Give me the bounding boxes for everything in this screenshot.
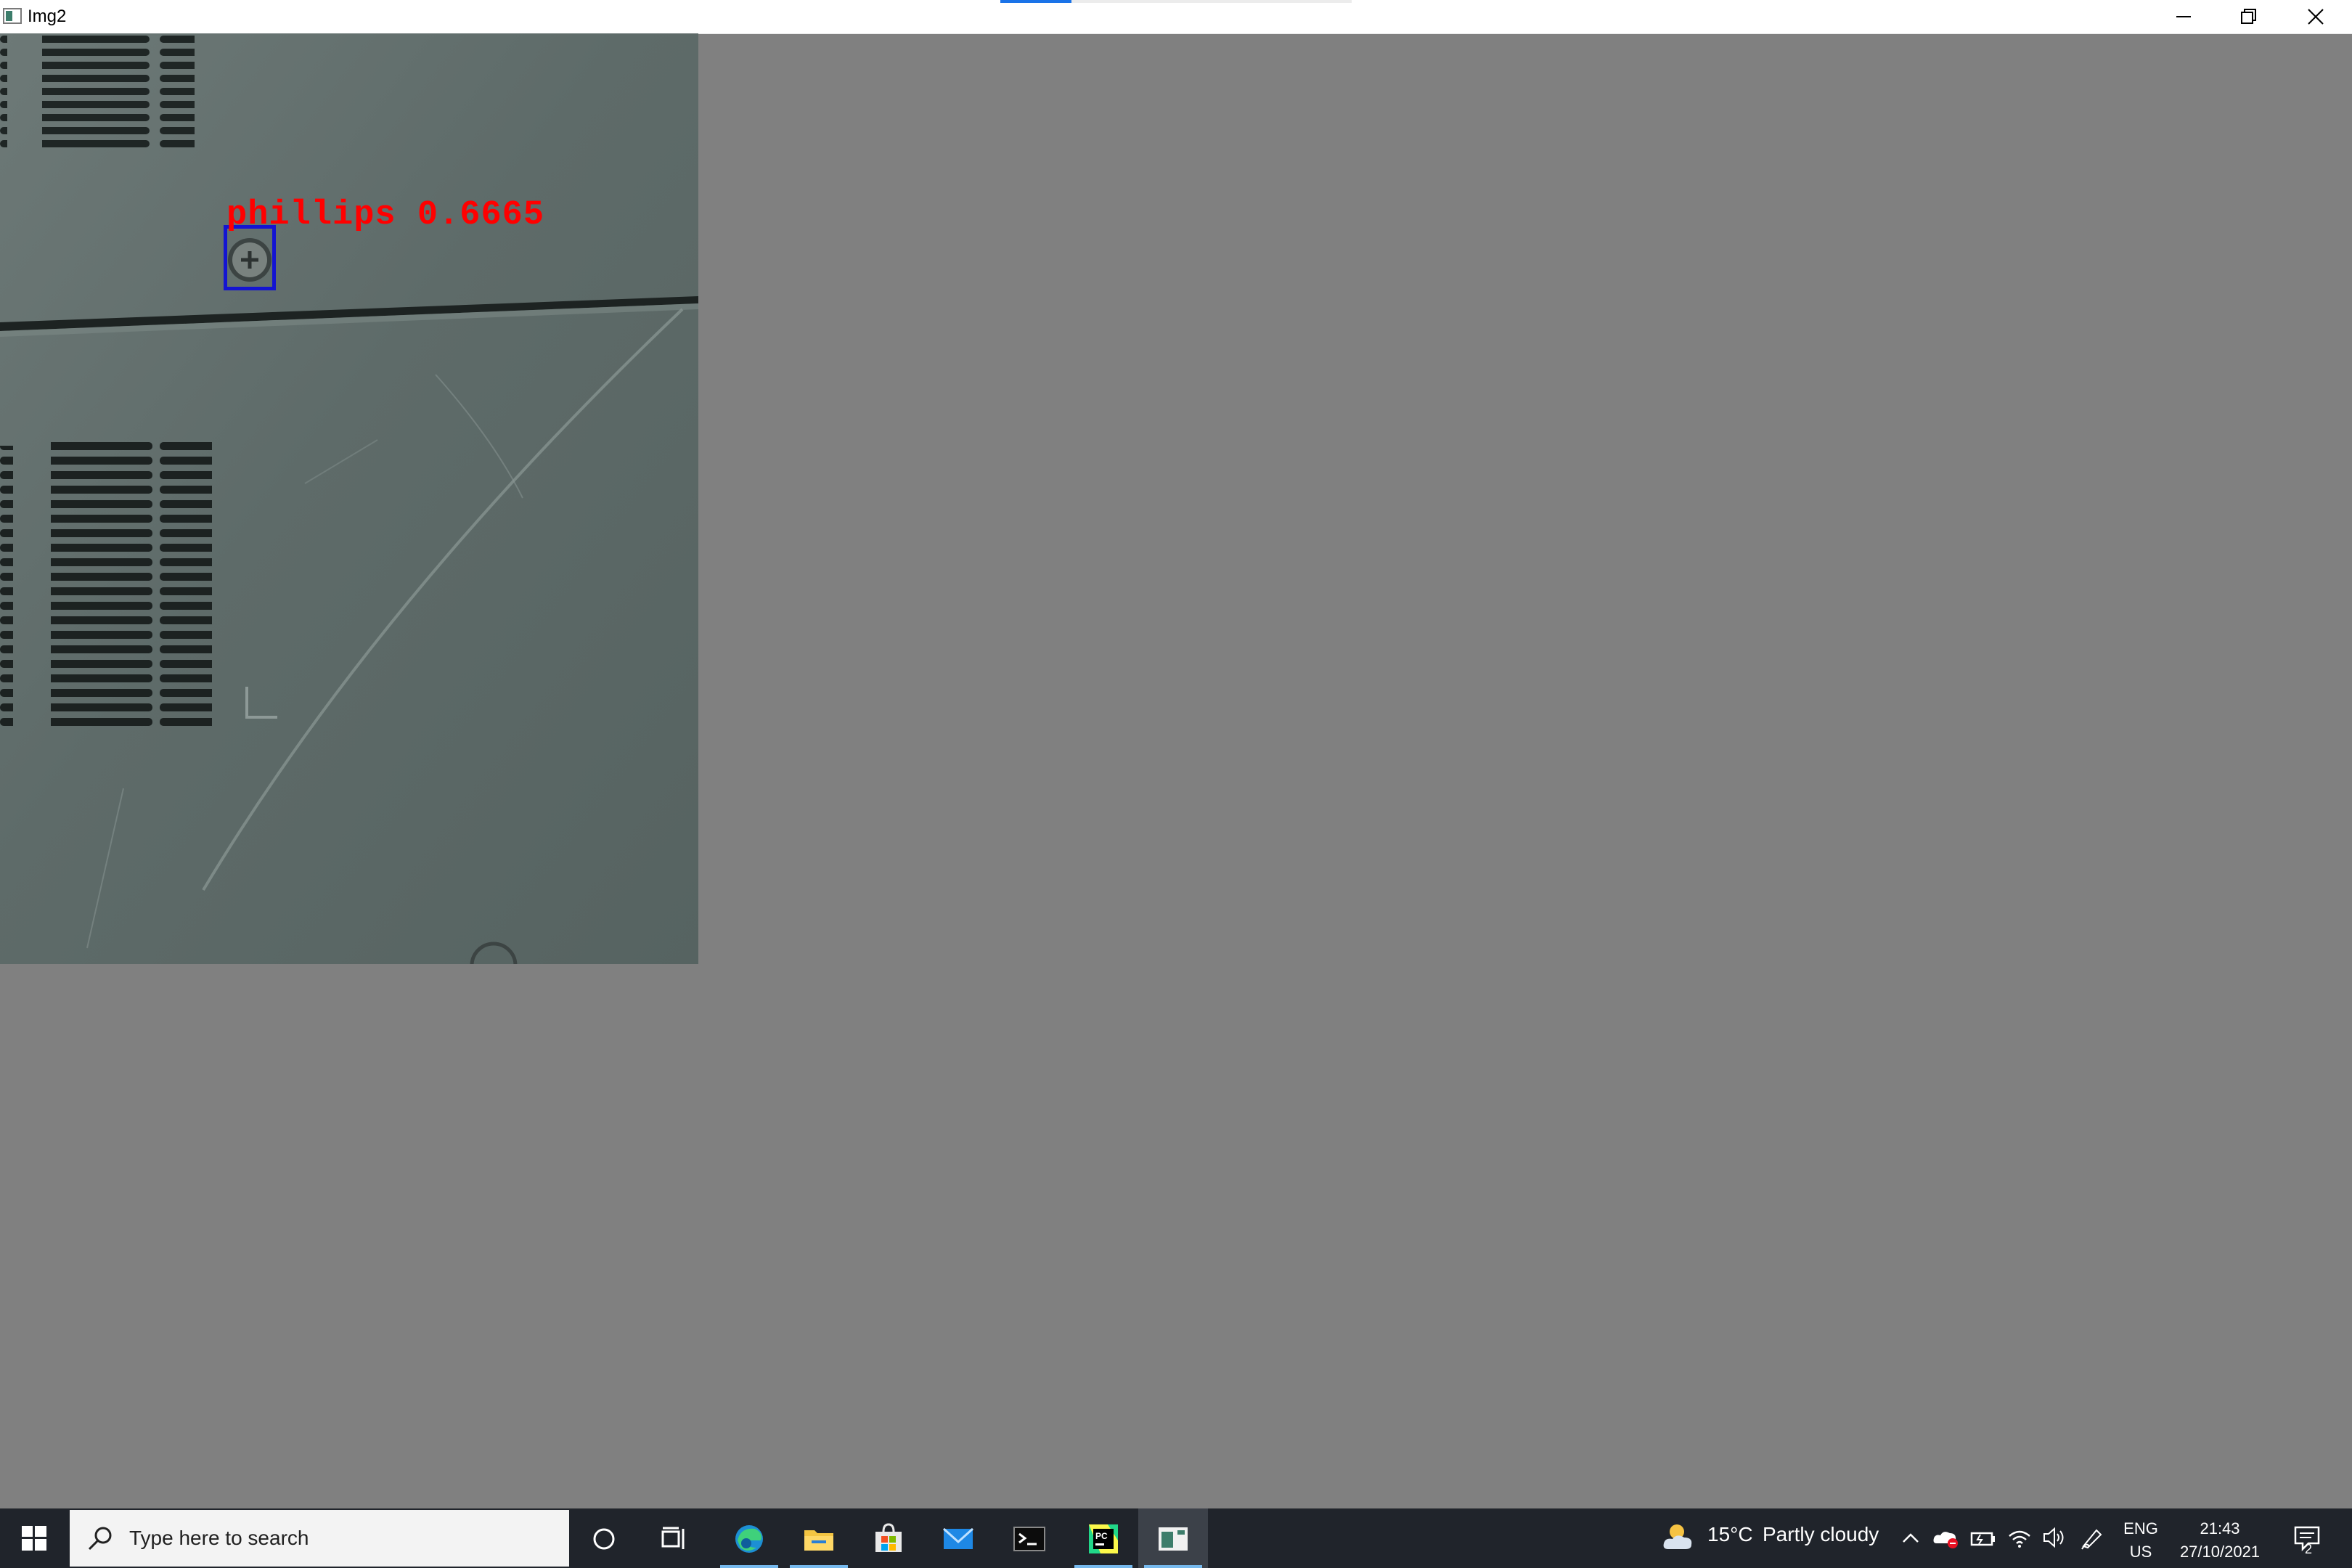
laptop-bottom-photo [0, 33, 698, 964]
task-view-button[interactable] [639, 1508, 709, 1568]
volume-icon[interactable] [2041, 1526, 2067, 1549]
window-title: Img2 [28, 7, 67, 26]
wifi-icon[interactable] [2006, 1526, 2033, 1549]
detection-label: phillips 0.6665 [226, 196, 545, 234]
pen-workspace-icon[interactable] [2079, 1524, 2105, 1551]
pycharm-taskbar-button[interactable]: PC [1069, 1508, 1138, 1568]
image-window-icon [1159, 1527, 1188, 1551]
edge-browser-icon [735, 1525, 763, 1553]
store-taskbar-button[interactable] [854, 1508, 923, 1568]
taskbar: PC 15°C Partly cloudy [0, 1508, 2352, 1568]
img2-taskbar-button[interactable] [1138, 1508, 1208, 1568]
chevron-up-icon[interactable] [1900, 1529, 1921, 1546]
taskbar-clock[interactable]: 21:43 27/10/2021 [2168, 1517, 2272, 1564]
cortana-icon [593, 1528, 615, 1550]
start-button[interactable] [0, 1508, 70, 1568]
language-indicator[interactable]: ENG US [2118, 1517, 2163, 1564]
folder-icon [804, 1530, 833, 1551]
title-accent-track [1071, 0, 1352, 3]
minimize-icon [2176, 16, 2191, 17]
edge-taskbar-button[interactable] [714, 1508, 784, 1568]
store-bag-icon [875, 1523, 902, 1552]
task-view-icon [661, 1527, 685, 1549]
language-code: ENG [2123, 1519, 2158, 1538]
battery-charging-icon[interactable] [1969, 1527, 1998, 1549]
partly-cloudy-icon [1663, 1524, 1692, 1549]
svg-text:PC: PC [1095, 1531, 1108, 1541]
cortana-button[interactable] [569, 1508, 639, 1568]
window-title-bar[interactable]: Img2 [0, 0, 2352, 34]
mail-envelope-icon [942, 1527, 974, 1549]
weather-condition[interactable]: Partly cloudy [1763, 1523, 1879, 1546]
close-button[interactable] [2282, 0, 2349, 33]
windows-logo-icon [22, 1526, 46, 1551]
close-icon [2308, 9, 2324, 25]
detection-bounding-box [224, 225, 276, 290]
terminal-icon [1013, 1527, 1045, 1551]
notification-count-badge: 2 [2304, 1542, 2312, 1556]
clock-date: 27/10/2021 [2179, 1543, 2261, 1561]
keyboard-layout: US [2129, 1543, 2152, 1561]
image-viewport: phillips 0.6665 [0, 33, 698, 964]
weather-temperature[interactable]: 15°C [1707, 1523, 1753, 1546]
terminal-taskbar-button[interactable] [995, 1508, 1064, 1568]
taskbar-search-box[interactable] [70, 1510, 569, 1567]
pycharm-icon: PC [1089, 1524, 1118, 1553]
mail-taskbar-button[interactable] [923, 1508, 993, 1568]
onedrive-error-icon[interactable] [1932, 1526, 1961, 1549]
search-input[interactable] [128, 1526, 552, 1551]
app-window-icon [3, 8, 22, 24]
action-center-button[interactable] [2287, 1508, 2352, 1568]
search-icon [88, 1527, 112, 1551]
restore-icon [2241, 9, 2256, 24]
file-explorer-taskbar-button[interactable] [784, 1508, 854, 1568]
restore-button[interactable] [2216, 0, 2282, 33]
minimize-button[interactable] [2150, 0, 2217, 33]
clock-time: 21:43 [2200, 1519, 2240, 1538]
title-accent-bar [1000, 0, 1071, 3]
